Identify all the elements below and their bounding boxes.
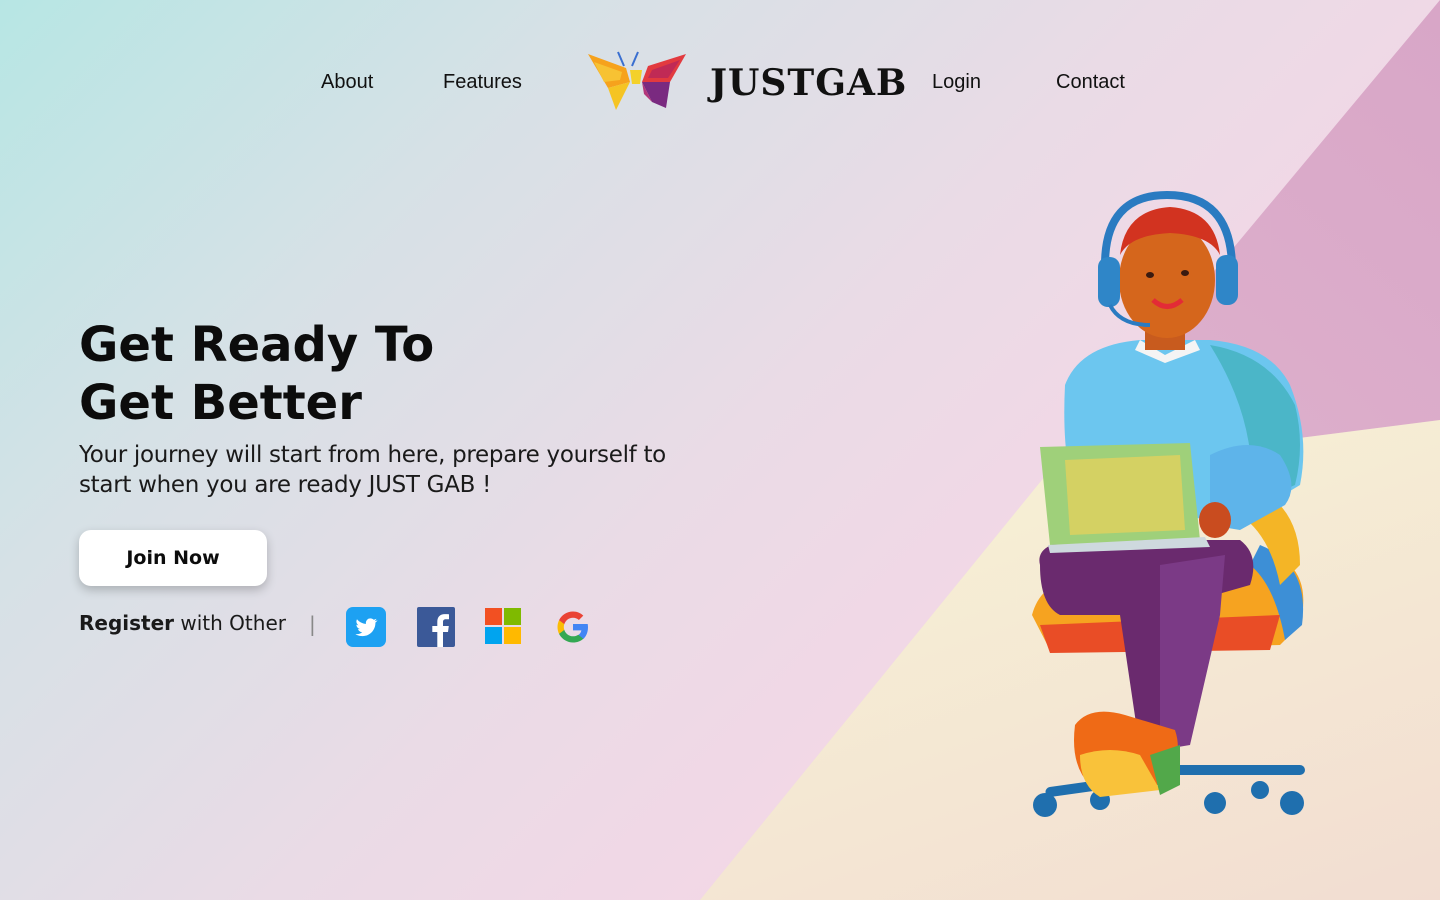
register-with-other-label: Register with Other <box>79 611 286 635</box>
brand-wordmark[interactable]: JUSTGAB <box>710 62 907 104</box>
butterfly-logo-icon[interactable] <box>586 48 690 128</box>
register-divider: | <box>309 612 316 636</box>
nav-about-link[interactable]: About <box>321 71 373 94</box>
google-icon[interactable] <box>553 607 593 647</box>
nav-features-link[interactable]: Features <box>443 71 522 94</box>
hero-title-line-1: Get Ready To <box>79 317 435 373</box>
hero-title-line-2: Get Better <box>79 375 362 431</box>
register-bold-text: Register <box>79 611 175 635</box>
nav-login-link[interactable]: Login <box>932 71 981 94</box>
hero-title: Get Ready To Get Better <box>79 316 679 432</box>
nav-contact-link[interactable]: Contact <box>1056 71 1125 94</box>
hero-subtitle: Your journey will start from here, prepa… <box>79 442 666 498</box>
person-with-laptop-illustration <box>1032 190 1305 817</box>
register-rest-text: with Other <box>174 611 286 635</box>
facebook-icon[interactable] <box>416 607 456 647</box>
twitter-icon[interactable] <box>346 607 386 647</box>
top-nav: About Features JUSTGAB Login Contact <box>0 40 1440 130</box>
join-now-button[interactable]: Join Now <box>79 530 267 586</box>
microsoft-icon[interactable] <box>485 608 521 644</box>
